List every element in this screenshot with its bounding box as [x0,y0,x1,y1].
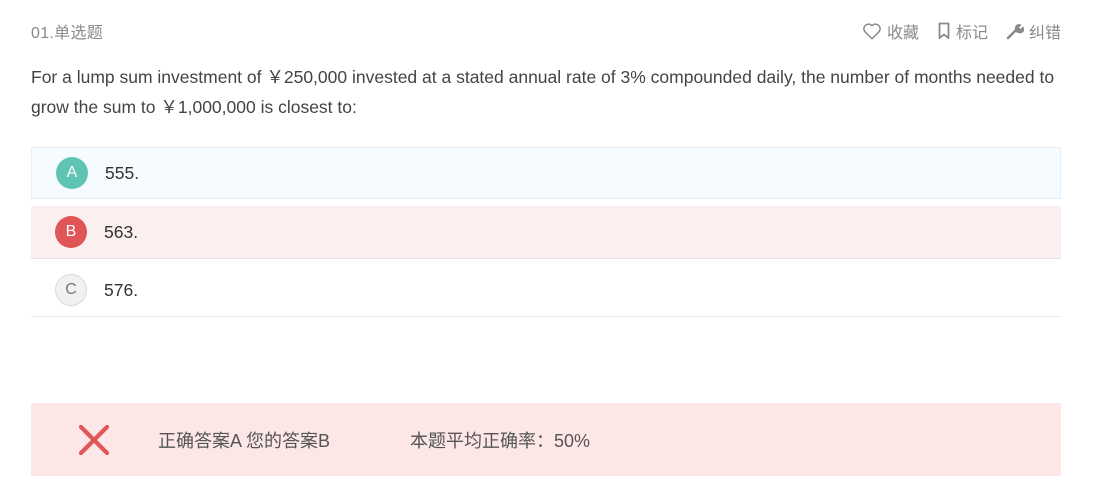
report-error-button[interactable]: 纠错 [1006,19,1061,43]
option-b-text: 563. [104,221,139,242]
favorite-button[interactable]: 收藏 [862,19,919,43]
mark-label: 标记 [955,25,988,42]
option-b[interactable]: B 563. [31,206,1061,259]
question-actions: 收藏 标记 纠错 [844,19,1061,43]
option-b-badge: B [55,216,87,248]
heart-icon [863,23,881,40]
question-text: For a lump sum investment of ￥250,000 in… [31,67,1055,117]
report-error-label: 纠错 [1028,25,1061,42]
option-c[interactable]: C 576. [31,264,1061,317]
answer-comparison: 正确答案A 您的答案B [158,430,331,451]
question-header: 01.单选题 收藏 标记 纠错 [31,18,1061,44]
average-accuracy: 本题平均正确率：50% [410,430,591,451]
option-c-text: 576. [104,279,139,300]
option-a[interactable]: A 555. [31,147,1061,199]
close-x-icon [78,424,110,455]
option-c-badge: C [55,274,87,306]
result-panel: 正确答案A 您的答案B 本题平均正确率：50% [31,403,1061,476]
option-a-text: 555. [105,162,140,183]
wrench-icon [1006,24,1024,40]
mark-button[interactable]: 标记 [937,19,988,43]
favorite-label: 收藏 [886,25,919,42]
bookmark-icon [938,22,950,39]
option-a-badge: A [56,157,88,189]
question-number: 01.单选题 [31,25,104,42]
